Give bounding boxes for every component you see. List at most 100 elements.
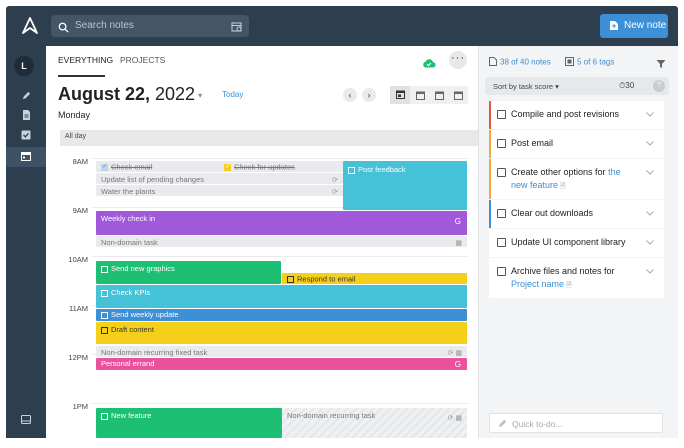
task-item[interactable]: Post email xyxy=(489,130,664,158)
notes-count-link[interactable]: 38 of 40 notes xyxy=(489,57,551,68)
sort-dropdown[interactable]: Sort by task score ▾ ⏱30 ? xyxy=(485,77,669,95)
sidebar-item-notes[interactable] xyxy=(6,106,46,126)
window-icon xyxy=(21,411,31,429)
more-options-button[interactable]: ··· xyxy=(449,51,467,69)
event-weekly-checkin[interactable]: Weekly check in G xyxy=(96,211,467,235)
task-item[interactable]: Archive files and notes for Project name… xyxy=(489,258,664,298)
help-icon[interactable]: ? xyxy=(653,80,665,92)
task-checkbox[interactable] xyxy=(497,209,506,218)
sidebar: L xyxy=(6,46,46,438)
event-title: Weekly check in xyxy=(101,214,156,224)
checkbox-icon[interactable] xyxy=(101,289,108,297)
chevron-down-icon[interactable] xyxy=(646,237,654,247)
calendar-search-icon[interactable] xyxy=(231,20,243,38)
task-pane: 38 of 40 notes 5 of 6 tags Sort by task … xyxy=(478,46,678,438)
event-check-kpis[interactable]: Check KPIs xyxy=(96,285,467,308)
checkbox-icon[interactable] xyxy=(101,326,108,334)
month-view-icon xyxy=(453,87,463,105)
sidebar-item-window[interactable] xyxy=(6,410,46,430)
event-non-domain-task[interactable]: Non-domain task ▦ xyxy=(96,236,467,247)
priority-bar xyxy=(489,200,491,228)
month-view-button[interactable] xyxy=(448,90,468,101)
task-text: Post email xyxy=(511,138,554,148)
quick-todo-input[interactable]: Quick to-do... xyxy=(489,413,663,433)
next-day-button[interactable]: › xyxy=(362,88,376,102)
task-text: Clear out downloads xyxy=(511,208,594,218)
google-icon: G xyxy=(454,217,461,226)
event-send-graphics[interactable]: Send new graphics xyxy=(96,261,281,284)
checkbox-icon[interactable] xyxy=(287,275,294,283)
chevron-down-icon[interactable] xyxy=(646,138,654,148)
task-checkbox[interactable] xyxy=(497,139,506,148)
timer-display[interactable]: ⏱30 xyxy=(619,81,634,91)
event-new-feature[interactable]: New feature xyxy=(96,408,282,438)
new-note-button[interactable]: New note xyxy=(600,14,668,38)
day-view-button[interactable] xyxy=(390,86,410,104)
task-item[interactable]: Clear out downloads xyxy=(489,200,664,228)
prev-day-button[interactable]: ‹ xyxy=(343,88,357,102)
checkbox-icon[interactable] xyxy=(101,412,108,420)
chevron-down-icon[interactable] xyxy=(646,109,654,119)
tags-count-link[interactable]: 5 of 6 tags xyxy=(565,57,614,68)
checkbox-icon[interactable] xyxy=(348,166,355,174)
event-draft-content[interactable]: Draft content xyxy=(96,322,467,344)
event-update-list[interactable]: Update list of pending changes ⟳ xyxy=(96,173,343,184)
sidebar-item-calendar[interactable] xyxy=(6,147,46,167)
chevron-down-icon[interactable]: ▾ xyxy=(198,91,202,100)
task-checkbox[interactable] xyxy=(497,267,506,276)
event-personal-errand[interactable]: Personal errand G xyxy=(96,358,467,370)
tab-everything[interactable]: EVERYTHING xyxy=(58,55,113,65)
event-non-domain-recurring-fixed[interactable]: Non-domain recurring fixed task ⟳ ▦ xyxy=(96,346,467,357)
recurring-icon: ⟳ xyxy=(332,177,338,184)
notes-count-label: 38 of 40 notes xyxy=(500,57,551,67)
cloud-sync-icon xyxy=(422,55,436,73)
quick-todo-placeholder: Quick to-do... xyxy=(512,419,563,429)
event-title: Send new graphics xyxy=(111,264,175,274)
event-water-plants[interactable]: Water the plants ⟳ xyxy=(96,185,343,196)
all-day-label: All day xyxy=(65,133,87,140)
calendar-pane: EVERYTHING PROJECTS ··· August 22, 2022 ▾… xyxy=(46,46,478,438)
timer-value: 30 xyxy=(625,81,635,90)
avatar[interactable]: L xyxy=(14,56,34,76)
event-title: Personal errand xyxy=(101,359,155,369)
chevron-down-icon[interactable] xyxy=(646,167,654,177)
three-day-view-button[interactable] xyxy=(410,90,430,101)
task-checkbox[interactable] xyxy=(497,168,506,177)
checkbox-icon xyxy=(21,127,31,145)
tab-projects[interactable]: PROJECTS xyxy=(120,55,165,65)
event-send-weekly-update[interactable]: Send weekly update xyxy=(96,309,467,321)
event-post-feedback[interactable]: Post feedback xyxy=(343,161,467,210)
event-title: Check KPIs xyxy=(111,288,151,298)
sort-label: Sort by task score ▾ xyxy=(493,82,559,91)
checkbox-icon[interactable] xyxy=(101,265,108,273)
chevron-down-icon[interactable] xyxy=(646,266,654,276)
chevron-down-icon[interactable] xyxy=(646,208,654,218)
task-link[interactable]: Project name xyxy=(511,279,564,289)
task-item[interactable]: Create other options for the new feature… xyxy=(489,159,664,199)
event-check-email[interactable]: ✓ Check email xyxy=(96,161,219,172)
today-button[interactable]: Today xyxy=(222,90,243,99)
filter-icon[interactable] xyxy=(656,56,666,74)
all-day-row[interactable]: All day xyxy=(60,130,478,146)
event-non-domain-recurring[interactable]: Non-domain recurring task ⟳ ▦ xyxy=(282,408,467,438)
search-input[interactable]: Search notes xyxy=(51,15,249,37)
google-icon: G xyxy=(454,360,461,369)
priority-bar xyxy=(489,258,491,298)
week-view-button[interactable] xyxy=(429,90,449,101)
calendar-small-icon: ▦ xyxy=(455,240,462,247)
hour-gridline xyxy=(92,403,468,404)
event-respond-email[interactable]: Respond to email xyxy=(282,273,467,284)
task-text: Update UI component library xyxy=(511,237,626,247)
task-item[interactable]: Update UI component library xyxy=(489,229,664,257)
event-title: Draft content xyxy=(111,325,154,335)
app-logo-icon xyxy=(20,16,40,36)
task-checkbox[interactable] xyxy=(497,238,506,247)
sidebar-item-edit[interactable] xyxy=(6,86,46,106)
task-item[interactable]: Compile and post revisions xyxy=(489,101,664,129)
task-checkbox[interactable] xyxy=(497,110,506,119)
hour-label: 11AM xyxy=(68,304,88,313)
event-check-updates[interactable]: ✓ Check for updates xyxy=(219,161,343,172)
sidebar-item-tasks[interactable] xyxy=(6,126,46,146)
checkbox-icon[interactable] xyxy=(101,311,108,319)
hour-label: 12PM xyxy=(68,353,88,362)
